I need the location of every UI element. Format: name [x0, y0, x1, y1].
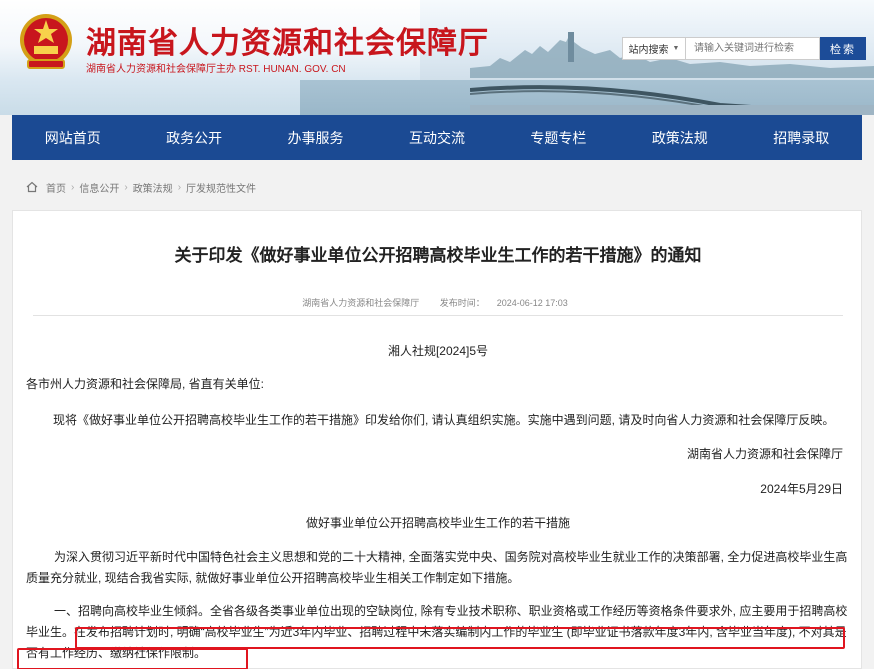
search-button[interactable]: 检索 — [820, 37, 866, 60]
nav-item-government-affairs[interactable]: 政务公开 — [133, 115, 254, 160]
sign-date: 2024年5月29日 — [760, 482, 843, 496]
main-nav: 网站首页 政务公开 办事服务 互动交流 专题专栏 政策法规 招聘录取 — [12, 115, 862, 160]
breadcrumb-home[interactable]: 首页 — [46, 180, 66, 195]
search-input[interactable] — [686, 37, 820, 60]
signer: 湖南省人力资源和社会保障厅 — [686, 447, 843, 461]
divider — [33, 315, 843, 316]
chevron-down-icon: ▼ — [672, 45, 680, 52]
breadcrumb-separator: › — [124, 181, 128, 193]
nav-item-recruitment[interactable]: 招聘录取 — [741, 115, 862, 160]
search-scope-select[interactable]: 站内搜索 ▼ — [622, 37, 686, 60]
breadcrumb: 首页 › 信息公开 › 政策法规 › 厅发规范性文件 — [12, 172, 862, 202]
addressee: 各市州人力资源和社会保障局, 省直有关单位: — [26, 377, 265, 391]
site-header: 湖南省人力资源和社会保障厅 湖南省人力资源和社会保障厅主办 RST. HUNAN… — [0, 0, 874, 115]
breadcrumb-normative-docs[interactable]: 厅发规范性文件 — [186, 180, 256, 195]
home-icon[interactable] — [26, 181, 38, 193]
article-meta: 湖南省人力资源和社会保障厅 发布时间： 2024-06-12 17:03 — [13, 296, 863, 309]
article-title: 关于印发《做好事业单位公开招聘高校毕业生工作的若干措施》的通知 — [174, 246, 702, 266]
nav-item-interaction[interactable]: 互动交流 — [376, 115, 497, 160]
site-title[interactable]: 湖南省人力资源和社会保障厅 — [86, 18, 489, 62]
document-number: 湘人社规[2024]5号 — [387, 344, 489, 358]
breadcrumb-separator: › — [177, 181, 182, 193]
nav-item-services[interactable]: 办事服务 — [255, 115, 376, 160]
article-source: 湖南省人力资源和社会保障厅 — [302, 298, 420, 308]
breadcrumb-separator: › — [71, 181, 75, 193]
nav-item-policies[interactable]: 政策法规 — [619, 115, 740, 160]
intro-paragraph: 现将《做好事业单位公开招聘高校毕业生工作的若干措施》印发给你们, 请认真组织实施… — [53, 413, 835, 427]
publish-time: 2024-06-12 17:03 — [496, 298, 568, 308]
bridge-image — [470, 85, 874, 115]
search-bar: 站内搜索 ▼ 检索 — [622, 37, 866, 60]
highlight-box — [75, 627, 845, 649]
search-scope-label: 站内搜索 — [628, 45, 669, 56]
site-subtitle: 湖南省人力资源和社会保障厅主办 RST. HUNAN. GOV. CN — [86, 64, 346, 75]
national-emblem-icon — [20, 14, 72, 69]
paragraph-background: 为深入贯彻习近平新时代中国特色社会主义思想和党的二十大精神, 全面落实党中央、国… — [26, 550, 848, 585]
nav-item-topics[interactable]: 专题专栏 — [498, 115, 619, 160]
measures-title: 做好事业单位公开招聘高校毕业生工作的若干措施 — [305, 516, 570, 530]
breadcrumb-policies[interactable]: 政策法规 — [133, 180, 173, 195]
publish-time-label: 发布时间： — [439, 298, 485, 308]
highlight-box — [17, 648, 248, 669]
breadcrumb-info-public[interactable]: 信息公开 — [79, 180, 119, 195]
nav-item-home[interactable]: 网站首页 — [12, 115, 133, 160]
article-panel: 关于印发《做好事业单位公开招聘高校毕业生工作的若干措施》的通知 湖南省人力资源和… — [12, 210, 862, 669]
